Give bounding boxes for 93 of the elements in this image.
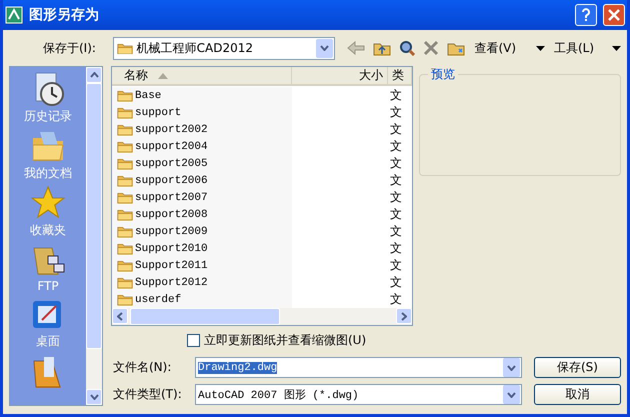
column-header[interactable]: 大小 <box>292 67 388 84</box>
scrollbar[interactable] <box>112 308 412 325</box>
file-row[interactable]: support2005 <box>112 155 292 172</box>
table-cell-text: 文 <box>389 87 403 104</box>
table-cell-text: 文 <box>389 291 403 308</box>
file-type-dropdown[interactable]: AutoCAD 2007 图形 (*.dwg) <box>195 384 522 405</box>
folder-icon <box>117 106 133 119</box>
folder-icon <box>117 174 133 187</box>
cancel-button[interactable]: 取消 <box>534 384 621 405</box>
scroll-left-icon <box>117 312 123 320</box>
places-label: 我的文档 <box>24 165 72 182</box>
star-icon <box>30 185 66 221</box>
folder-icon <box>117 259 133 272</box>
file-name: Support2010 <box>135 242 208 254</box>
help-icon <box>581 8 591 22</box>
app-icon <box>5 6 23 24</box>
checkbox[interactable] <box>187 334 200 347</box>
field-label: 文件名(N): <box>112 359 172 376</box>
folder-icon <box>117 140 133 153</box>
close-button[interactable] <box>603 4 625 26</box>
file-name: support <box>135 106 182 118</box>
file-name: support2006 <box>135 174 208 186</box>
dropdown-arrow-icon[interactable] <box>536 46 545 50</box>
help-button[interactable] <box>575 4 597 26</box>
folder-icon <box>117 89 133 102</box>
table-cell-text: 文 <box>389 172 403 189</box>
scroll-up-icon <box>90 72 98 78</box>
save-in-label: 保存于(I): <box>42 40 97 56</box>
file-row[interactable]: Support2010 <box>112 240 292 257</box>
file-name: support2002 <box>135 124 208 136</box>
file-row[interactable]: support2004 <box>112 138 292 155</box>
file-name: support2005 <box>135 158 208 170</box>
table-cell-text: 文 <box>389 155 403 172</box>
file-name: Support2011 <box>135 260 208 272</box>
table-cell-text: 文 <box>389 274 403 291</box>
window-title: 图形另存为 <box>29 6 100 24</box>
folder-icon <box>117 208 133 221</box>
table-cell-text: 文 <box>389 104 403 121</box>
file-row[interactable]: support <box>112 104 292 121</box>
save-in-dropdown[interactable]: 机械工程师CAD2012 <box>112 36 336 60</box>
tools-menu[interactable]: 工具(L) <box>554 40 594 56</box>
view-menu[interactable]: 查看(V) <box>474 40 516 56</box>
table-cell-text: 文 <box>389 257 403 274</box>
file-name: userdef <box>135 294 182 306</box>
file-row[interactable]: support2006 <box>112 172 292 189</box>
table-cell-text: 文 <box>389 138 403 155</box>
file-row[interactable]: Support2011 <box>112 257 292 274</box>
save-button[interactable]: 保存(S) <box>534 357 621 378</box>
checkbox-label: 立即更新图纸并查看缩微图(U) <box>204 332 366 349</box>
file-row[interactable]: userdef <box>112 291 292 308</box>
file-row[interactable]: support2007 <box>112 189 292 206</box>
column-header[interactable]: 类 <box>388 67 412 84</box>
folder-icon <box>117 157 133 170</box>
places-label: FTP <box>37 279 59 293</box>
back-arrow-icon[interactable] <box>347 41 366 55</box>
file-row[interactable]: support2009 <box>112 223 292 240</box>
folder-icon <box>116 42 133 54</box>
file-name: support2004 <box>135 140 208 152</box>
folder-icon <box>117 242 133 255</box>
table-cell-text: 文 <box>389 240 403 257</box>
places-label: 桌面 <box>36 333 60 350</box>
file-name: support2009 <box>135 226 208 238</box>
search-icon[interactable] <box>399 40 416 56</box>
file-name: Base <box>135 90 162 102</box>
folder-icon <box>117 276 133 289</box>
places-label: 收藏夹 <box>30 222 66 239</box>
folder-name: 机械工程师CAD2012 <box>136 40 253 56</box>
file-row[interactable]: support2008 <box>112 206 292 223</box>
folder-icon <box>117 191 133 204</box>
scrollbar[interactable] <box>86 67 102 405</box>
table-cell-text: 文 <box>389 206 403 223</box>
field-label: 文件类型(T): <box>112 386 183 403</box>
scroll-right-icon <box>401 312 407 320</box>
table-cell-text: 文 <box>389 189 403 206</box>
close-icon <box>608 9 620 21</box>
places-label: 历史记录 <box>24 108 72 125</box>
column-header[interactable]: 名称 <box>112 67 292 84</box>
file-name: support2007 <box>135 192 208 204</box>
delete-icon[interactable] <box>423 40 440 56</box>
file-row[interactable]: Base <box>112 87 292 104</box>
file-row[interactable]: support2002 <box>112 121 292 138</box>
folder-icon <box>117 225 133 238</box>
folder-icon <box>117 293 133 306</box>
preview-title: 预览 <box>430 66 456 83</box>
folder-icon <box>117 123 133 136</box>
dropdown-arrow-icon[interactable] <box>612 46 621 50</box>
sort-arrow-icon <box>158 72 168 78</box>
file-row[interactable]: Support2012 <box>112 274 292 291</box>
file-name-field[interactable]: Drawing2.dwg <box>195 357 522 378</box>
table-cell-text: 文 <box>389 121 403 138</box>
table-cell-text: 文 <box>389 223 403 240</box>
file-name: Support2012 <box>135 276 208 288</box>
file-name: support2008 <box>135 208 208 220</box>
